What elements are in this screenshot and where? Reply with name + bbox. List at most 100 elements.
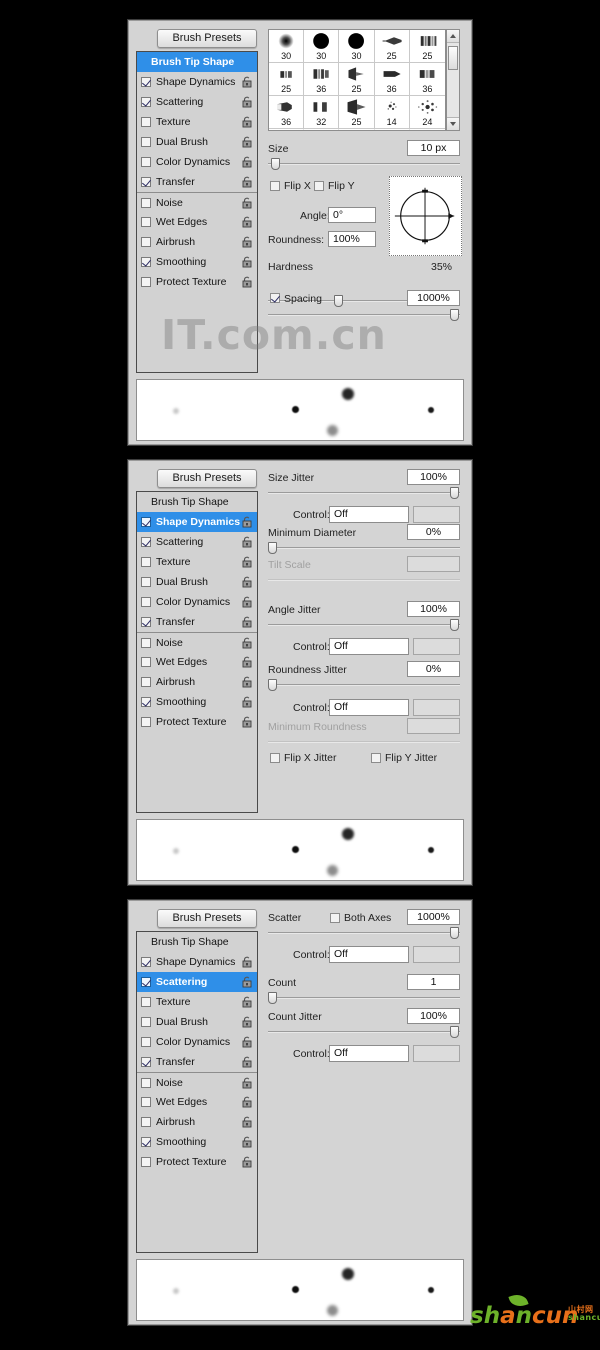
spacing-value-field[interactable]: 1000% <box>407 290 460 306</box>
lock-icon[interactable] <box>241 1016 253 1028</box>
sidebar-item-noise[interactable]: Noise <box>137 1072 257 1092</box>
checkbox-icon[interactable] <box>141 97 151 107</box>
sidebar-item-protect-texture[interactable]: Protect Texture <box>137 712 257 732</box>
control-dropdown-2[interactable]: Off <box>329 638 409 655</box>
control-extra-field-1[interactable] <box>413 946 460 963</box>
lock-icon[interactable] <box>241 656 253 668</box>
brush-preset-grid[interactable]: 30 30 30 25 25 25 36 25 36 36 36 32 25 1… <box>268 29 446 131</box>
checkbox-icon[interactable] <box>141 1017 151 1027</box>
checkbox-icon[interactable] <box>141 617 151 627</box>
lock-icon[interactable] <box>241 136 253 148</box>
preset-cell[interactable] <box>269 129 305 130</box>
sidebar-item-transfer[interactable]: Transfer <box>137 172 257 192</box>
checkbox-icon[interactable] <box>141 277 151 287</box>
lock-icon[interactable] <box>241 1156 253 1168</box>
preset-cell[interactable]: 14 <box>374 96 410 129</box>
lock-icon[interactable] <box>241 576 253 588</box>
sidebar-item-wet-edges[interactable]: Wet Edges <box>137 652 257 672</box>
lock-icon[interactable] <box>241 596 253 608</box>
sidebar-item-protect-texture[interactable]: Protect Texture <box>137 272 257 292</box>
sidebar-item-color-dynamics[interactable]: Color Dynamics <box>137 592 257 612</box>
brush-presets-button[interactable]: Brush Presets <box>157 469 257 488</box>
lock-icon[interactable] <box>241 996 253 1008</box>
checkbox-icon[interactable] <box>141 657 151 667</box>
angle-value-field[interactable]: 0° <box>328 207 376 223</box>
lock-icon[interactable] <box>241 256 253 268</box>
control-extra-field-2[interactable] <box>413 638 460 655</box>
preset-cell[interactable] <box>339 129 375 130</box>
sidebar-item-scattering[interactable]: Scattering <box>137 92 257 112</box>
checkbox-icon[interactable] <box>141 237 151 247</box>
lock-icon[interactable] <box>241 676 253 688</box>
slider-thumb[interactable] <box>268 679 277 691</box>
angle-jitter-slider[interactable] <box>268 619 460 631</box>
preset-cell[interactable]: 25 <box>339 96 375 129</box>
sidebar-item-dual-brush[interactable]: Dual Brush <box>137 132 257 152</box>
control-extra-field-3[interactable] <box>413 699 460 716</box>
sidebar-item-protect-texture[interactable]: Protect Texture <box>137 1152 257 1172</box>
size-jitter-slider[interactable] <box>268 487 460 499</box>
slider-thumb[interactable] <box>450 309 459 321</box>
checkbox-icon[interactable] <box>141 157 151 167</box>
lock-icon[interactable] <box>241 1136 253 1148</box>
roundness-jitter-field[interactable]: 0% <box>407 661 460 677</box>
sidebar-item-smoothing[interactable]: Smoothing <box>137 252 257 272</box>
sidebar-item-wet-edges[interactable]: Wet Edges <box>137 212 257 232</box>
preset-grid-scrollbar[interactable] <box>446 29 460 131</box>
sidebar-item-brush-tip-shape[interactable]: Brush Tip Shape <box>137 492 257 512</box>
minimum-diameter-field[interactable]: 0% <box>407 524 460 540</box>
preset-cell[interactable]: 25 <box>409 30 445 63</box>
sidebar-item-shape-dynamics[interactable]: Shape Dynamics <box>137 952 257 972</box>
lock-icon[interactable] <box>241 236 253 248</box>
both-axes-checkbox[interactable] <box>330 913 340 923</box>
preset-cell[interactable] <box>304 129 340 130</box>
preset-cell[interactable]: 36 <box>409 63 445 96</box>
size-value-field[interactable]: 10 px <box>407 140 460 156</box>
control-extra-field-1[interactable] <box>413 506 460 523</box>
lock-icon[interactable] <box>241 976 253 988</box>
lock-icon[interactable] <box>241 1116 253 1128</box>
slider-thumb[interactable] <box>450 487 459 499</box>
lock-icon[interactable] <box>241 516 253 528</box>
checkbox-icon[interactable] <box>141 77 151 87</box>
preset-cell[interactable]: 30 <box>304 30 340 63</box>
lock-icon[interactable] <box>241 156 253 168</box>
scatter-value-field[interactable]: 1000% <box>407 909 460 925</box>
control-dropdown-1[interactable]: Off <box>329 946 409 963</box>
checkbox-icon[interactable] <box>141 717 151 727</box>
sidebar-item-color-dynamics[interactable]: Color Dynamics <box>137 1032 257 1052</box>
checkbox-icon[interactable] <box>141 1117 151 1127</box>
lock-icon[interactable] <box>241 197 253 209</box>
count-jitter-field[interactable]: 100% <box>407 1008 460 1024</box>
preset-cell[interactable] <box>409 129 445 130</box>
roundness-jitter-slider[interactable] <box>268 679 460 691</box>
checkbox-icon[interactable] <box>141 257 151 267</box>
checkbox-icon[interactable] <box>141 577 151 587</box>
scatter-slider[interactable] <box>268 927 460 939</box>
roundness-value-field[interactable]: 100% <box>328 231 376 247</box>
checkbox-icon[interactable] <box>141 977 151 987</box>
control-dropdown-3[interactable]: Off <box>329 699 409 716</box>
checkbox-icon[interactable] <box>141 677 151 687</box>
lock-icon[interactable] <box>241 116 253 128</box>
slider-thumb[interactable] <box>450 927 459 939</box>
checkbox-icon[interactable] <box>141 1157 151 1167</box>
sidebar-item-texture[interactable]: Texture <box>137 112 257 132</box>
lock-icon[interactable] <box>241 616 253 628</box>
size-slider[interactable] <box>268 158 460 170</box>
brush-presets-button[interactable]: Brush Presets <box>157 909 257 928</box>
checkbox-icon[interactable] <box>141 997 151 1007</box>
checkbox-icon[interactable] <box>141 1077 151 1088</box>
slider-thumb[interactable] <box>268 992 277 1004</box>
lock-icon[interactable] <box>241 956 253 968</box>
scroll-up-button[interactable] <box>447 30 459 43</box>
slider-thumb[interactable] <box>271 158 280 170</box>
lock-icon[interactable] <box>241 696 253 708</box>
preset-cell[interactable]: 25 <box>339 63 375 96</box>
flip-x-checkbox[interactable] <box>270 181 280 191</box>
sidebar-item-brush-tip-shape[interactable]: Brush Tip Shape <box>137 932 257 952</box>
lock-icon[interactable] <box>241 1096 253 1108</box>
sidebar-item-shape-dynamics[interactable]: Shape Dynamics <box>137 72 257 92</box>
lock-icon[interactable] <box>241 637 253 649</box>
checkbox-icon[interactable] <box>141 597 151 607</box>
